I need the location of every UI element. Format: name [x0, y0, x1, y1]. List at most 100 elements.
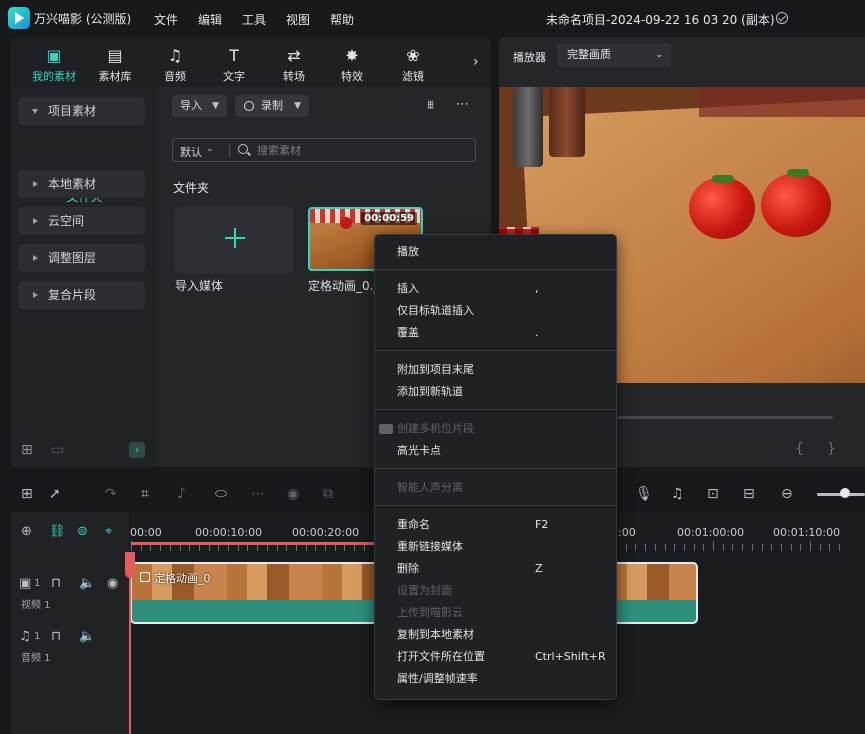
record-icon	[244, 101, 254, 111]
menu-view[interactable]: 视图	[286, 11, 310, 28]
lock-icon[interactable]: ⊓	[51, 629, 61, 644]
effect-icon[interactable]: ◉	[287, 486, 299, 502]
text-icon: T	[229, 46, 239, 65]
tab-my-media[interactable]: ▣ 我的素材	[27, 43, 81, 85]
menu-shortcut: .	[535, 326, 539, 339]
zoom-slider-knob[interactable]	[840, 488, 850, 498]
add-track-icon[interactable]: ⊕	[21, 524, 32, 539]
ruler-tick	[780, 544, 782, 551]
menu-item-11[interactable]: 删除 Z	[375, 558, 616, 580]
filter-icon[interactable]: ⩩	[427, 98, 434, 113]
menu-edit[interactable]: 编辑	[198, 11, 222, 28]
saved-check-icon[interactable]	[776, 12, 788, 24]
audio-edit-icon[interactable]: ♪	[177, 486, 186, 502]
chevron-right-icon[interactable]: ›	[473, 54, 479, 70]
fit-icon[interactable]: ⊟	[743, 486, 755, 502]
quality-dropdown[interactable]: 完整画质 ⌄	[557, 43, 671, 67]
tab-filters[interactable]: ❀ 滤镜	[386, 43, 440, 85]
menu-item-10[interactable]: 重新链接媒体	[375, 536, 616, 558]
menu-shortcut: Z	[535, 562, 543, 575]
snap-icon[interactable]: ⊜	[77, 524, 88, 539]
marker-icon[interactable]: ⌖	[105, 524, 112, 539]
plus-icon	[225, 228, 245, 248]
microphone-icon[interactable]: 🎙	[635, 486, 653, 502]
speed-icon[interactable]: ⋯	[251, 486, 265, 502]
tab-text[interactable]: T 文字	[207, 43, 261, 85]
ruler-tick	[693, 544, 695, 551]
mask-icon[interactable]: ⬭	[215, 486, 227, 502]
section-title: 文件夹	[173, 181, 210, 195]
ruler-tick	[140, 544, 142, 551]
crop-icon[interactable]: ⌗	[141, 486, 149, 502]
ruler-tick	[839, 544, 841, 551]
ruler-tick	[363, 544, 365, 551]
speaker-icon[interactable]: 🔈	[79, 629, 95, 644]
collapse-sidebar-button[interactable]: ‹	[129, 442, 145, 458]
player-label: 播放器	[513, 51, 546, 64]
project-title: 未命名项目-2024-09-22 16 03 20 (副本)	[546, 13, 775, 27]
menu-item-2[interactable]: 仅目标轨道插入	[375, 300, 616, 322]
lock-icon[interactable]: ⊓	[51, 576, 61, 591]
sidebar-item-local-media[interactable]: 本地素材	[18, 170, 145, 198]
link-icon[interactable]: ⛓	[49, 524, 66, 539]
record-button[interactable]: 录制 ▼	[235, 95, 309, 117]
folder-icon[interactable]: ▭	[51, 442, 64, 458]
ruler-tick	[761, 544, 763, 551]
mark-out-icon[interactable]: }	[827, 441, 836, 457]
redo-icon[interactable]: ↷	[105, 486, 117, 502]
audio-track-label: 音频 1	[21, 653, 51, 664]
speaker-icon[interactable]: 🔈	[79, 576, 95, 591]
menu-item-9[interactable]: 重命名 F2	[375, 514, 616, 536]
ruler-tick	[703, 544, 705, 551]
tab-effects[interactable]: ✸ 特效	[325, 43, 379, 85]
playhead-handle[interactable]	[125, 552, 135, 578]
sidebar-item-adjustment-layer[interactable]: 调整图层	[18, 244, 145, 272]
sidebar-item-project-media[interactable]: 项目素材	[18, 97, 145, 125]
ruler-tick	[645, 544, 647, 551]
ruler-tick	[208, 544, 210, 551]
menu-separator	[375, 505, 616, 506]
ruler-tick	[160, 544, 162, 551]
menu-tools[interactable]: 工具	[242, 11, 266, 28]
thumbnail-image	[340, 217, 352, 229]
ruler-tick	[635, 544, 637, 551]
split-icon[interactable]: ⧉	[323, 486, 333, 502]
render-icon[interactable]: ⊡	[707, 486, 719, 502]
layout-icon[interactable]: ⊞	[21, 486, 33, 502]
sidebar-item-compound-clip[interactable]: 复合片段	[18, 281, 145, 309]
ruler-tick	[276, 544, 278, 551]
menu-item-1[interactable]: 插入,	[375, 278, 616, 300]
playhead[interactable]	[129, 552, 131, 734]
menu-item-14[interactable]: 复制到本地素材	[375, 624, 616, 646]
menu-separator	[375, 269, 616, 270]
import-button[interactable]: 导入 ▼	[172, 95, 227, 117]
import-media-tile[interactable]	[175, 207, 293, 273]
menu-help[interactable]: 帮助	[330, 11, 354, 28]
mark-in-icon[interactable]: {	[795, 441, 804, 457]
sort-dropdown[interactable]: 默认	[180, 144, 202, 160]
ruler-tick	[625, 544, 627, 551]
sidebar-item-cloud[interactable]: 云空间	[18, 207, 145, 235]
more-options-icon[interactable]: ⋯	[456, 97, 469, 112]
progress-slider[interactable]	[617, 416, 833, 419]
eye-icon[interactable]: ◉	[107, 576, 118, 591]
menu-item-12: 设置为封面	[397, 584, 452, 597]
menu-item-0[interactable]: 播放	[375, 241, 616, 263]
new-folder-icon[interactable]: ⊞	[21, 442, 33, 458]
search-input[interactable]	[257, 142, 467, 159]
music-list-icon[interactable]: ♫	[671, 486, 684, 502]
select-pointer-icon[interactable]: ➚	[49, 486, 61, 502]
menu-file[interactable]: 文件	[154, 11, 178, 28]
menu-shortcut: Ctrl+Shift+R	[535, 650, 606, 663]
tab-transition[interactable]: ⇄ 转场	[267, 43, 321, 85]
menu-item-13: 上传到喵影云	[397, 606, 463, 619]
menu-item-7[interactable]: 高光卡点	[375, 440, 616, 462]
tab-stock-media[interactable]: ▤ 素材库	[88, 43, 142, 85]
menu-item-16[interactable]: 属性/调整帧速率	[375, 668, 616, 690]
zoom-out-icon[interactable]: ⊖	[781, 486, 793, 502]
menu-item-4[interactable]: 附加到项目末尾	[375, 359, 616, 381]
tab-audio[interactable]: ♫ 音频	[148, 43, 202, 85]
menu-item-3[interactable]: 覆盖.	[375, 322, 616, 344]
menu-item-15[interactable]: 打开文件所在位置 Ctrl+Shift+R	[375, 646, 616, 668]
menu-item-5[interactable]: 添加到新轨道	[375, 381, 616, 403]
